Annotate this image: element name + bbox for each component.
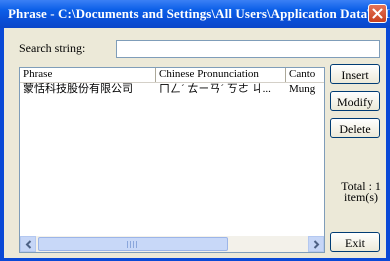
horizontal-scrollbar[interactable]: [20, 236, 324, 252]
total-count: Total : 1 item(s): [336, 180, 386, 204]
column-header-pronunciation[interactable]: Chinese Pronunciation: [156, 68, 286, 82]
close-icon: [372, 8, 383, 19]
cell-pronunciation: ㄇㄥˊ ㄊㄧㄢˊ ㄎㄜ ㄐ...: [159, 83, 271, 95]
delete-button[interactable]: Delete: [330, 118, 380, 138]
window-title: Phrase - C:\Documents and Settings\All U…: [8, 6, 390, 21]
column-header-phrase[interactable]: Phrase: [20, 68, 156, 82]
search-label: Search string:: [19, 41, 86, 55]
column-header-canto[interactable]: Canto: [286, 68, 324, 82]
table-row[interactable]: 蒙恬科技股份有限公司 ㄇㄥˊ ㄊㄧㄢˊ ㄎㄜ ㄐ... Mung: [20, 83, 324, 97]
modify-button[interactable]: Modify: [330, 91, 380, 111]
insert-button[interactable]: Insert: [330, 64, 380, 84]
chevron-right-icon: [313, 240, 320, 249]
chevron-left-icon: [25, 240, 32, 249]
client-area: Search string: Phrase Chinese Pronunciat…: [4, 28, 386, 258]
scroll-grip-icon: [127, 241, 139, 248]
scroll-thumb[interactable]: [38, 237, 228, 251]
search-input[interactable]: [116, 40, 380, 58]
list-header: Phrase Chinese Pronunciation Canto: [20, 68, 324, 83]
cell-phrase: 蒙恬科技股份有限公司: [23, 83, 133, 95]
title-bar[interactable]: Phrase - C:\Documents and Settings\All U…: [0, 0, 390, 28]
scroll-right-button[interactable]: [308, 236, 324, 252]
cell-canto: Mung: [289, 83, 316, 95]
exit-button[interactable]: Exit: [330, 232, 380, 252]
close-button[interactable]: [368, 4, 387, 23]
phrase-window: Phrase - C:\Documents and Settings\All U…: [0, 0, 390, 261]
phrase-list[interactable]: Phrase Chinese Pronunciation Canto 蒙恬科技股…: [19, 67, 325, 253]
total-unit: item(s): [344, 190, 378, 204]
scroll-left-button[interactable]: [20, 236, 36, 252]
